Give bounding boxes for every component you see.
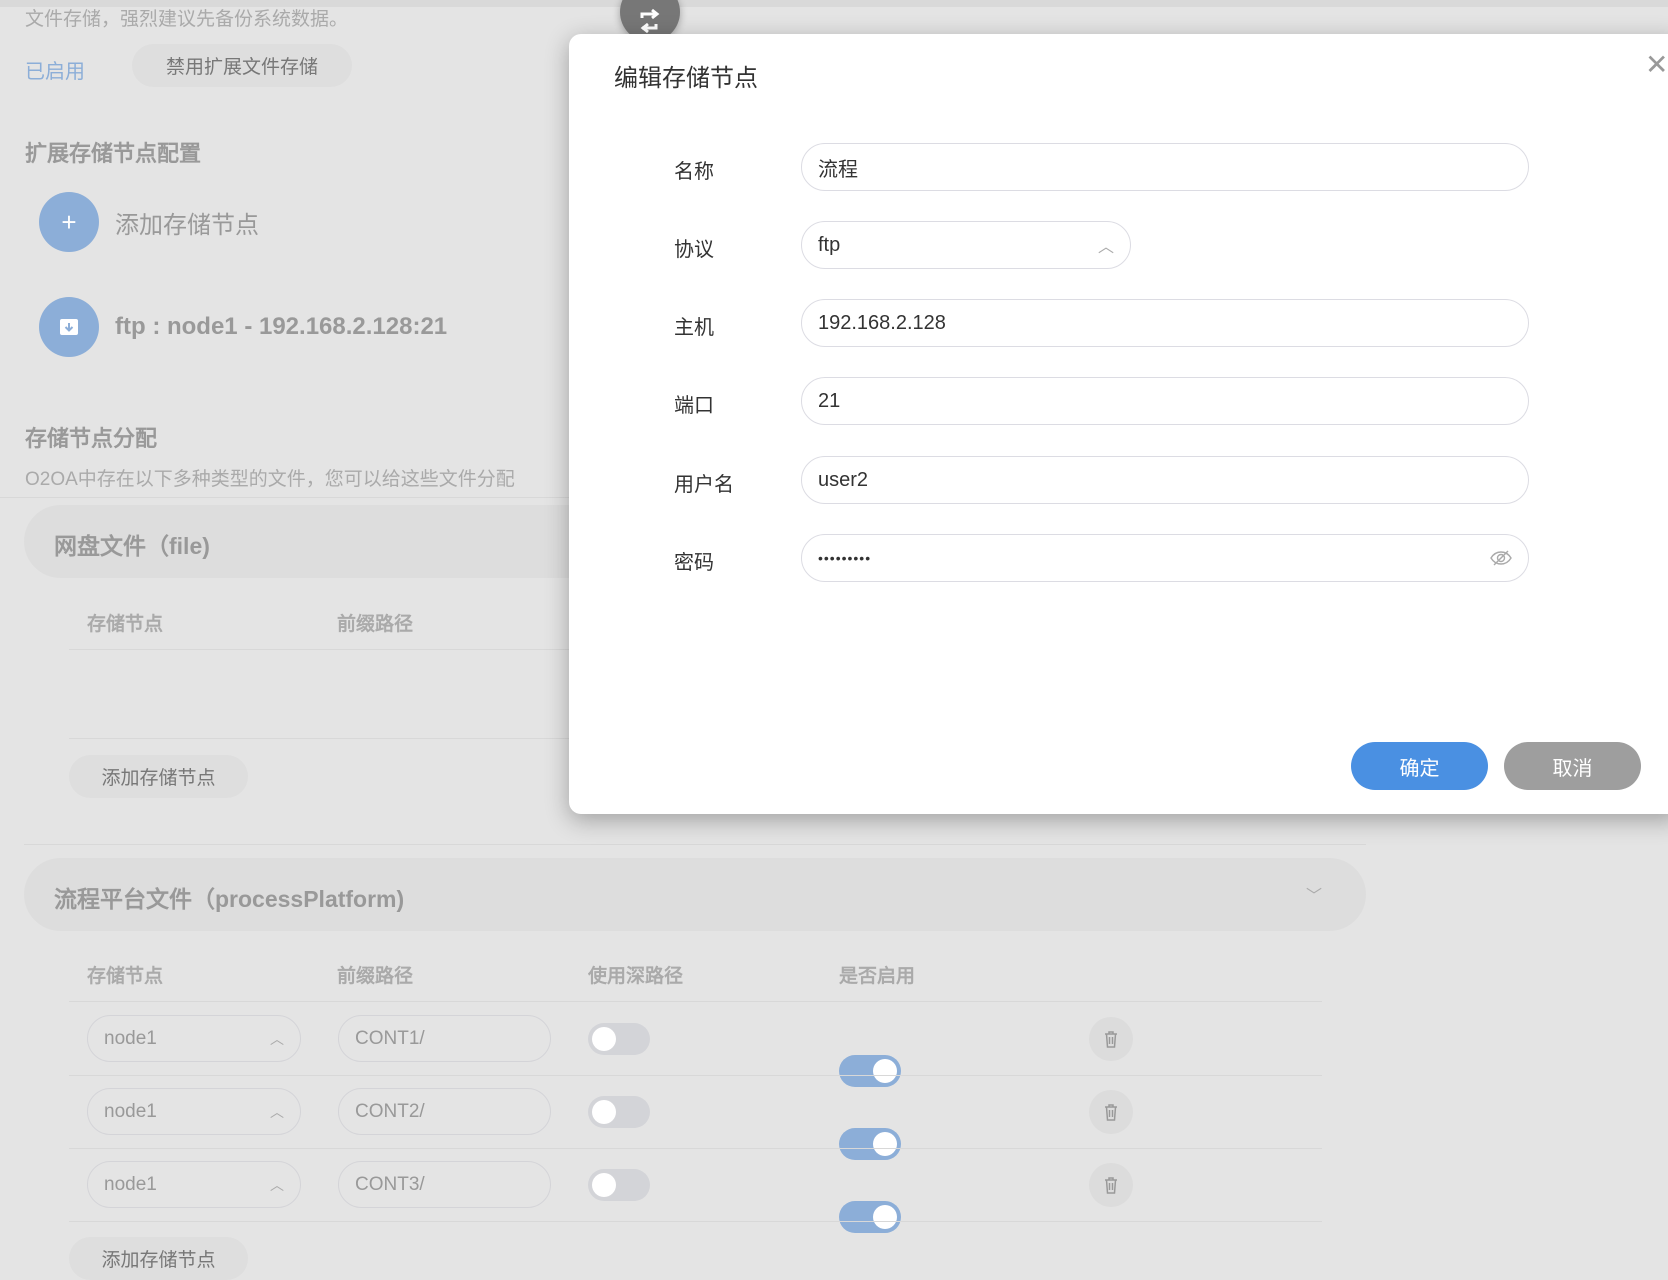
chevron-up-icon: ︿ bbox=[270, 1176, 284, 1193]
table-row: node1 ︿ CONT3/ bbox=[0, 1161, 1400, 1233]
node-label: ftp : node1 - 192.168.2.128:21 bbox=[115, 313, 448, 340]
delete-button[interactable] bbox=[1089, 1163, 1133, 1207]
deep-path-toggle[interactable] bbox=[588, 1023, 650, 1055]
chevron-up-icon: ︿ bbox=[270, 1103, 284, 1120]
column-header: 存储节点 bbox=[87, 966, 164, 987]
divider bbox=[24, 844, 1366, 845]
trash-icon bbox=[1105, 1104, 1117, 1121]
storage-box-icon bbox=[39, 297, 99, 357]
node-select[interactable]: node1 ︿ bbox=[87, 1015, 301, 1062]
section-title: 流程平台文件（processPlatform) bbox=[54, 886, 405, 912]
node-item[interactable]: ftp : node1 - 192.168.2.128:21 bbox=[39, 297, 447, 357]
node-value: node1 bbox=[104, 1173, 157, 1195]
prefix-value: CONT1/ bbox=[355, 1027, 425, 1049]
node-value: node1 bbox=[104, 1100, 157, 1122]
enabled-toggle[interactable] bbox=[839, 1128, 901, 1160]
column-header: 是否启用 bbox=[839, 966, 916, 987]
chevron-up-icon: ︿ bbox=[1097, 239, 1114, 256]
protocol-label: 协议 bbox=[674, 239, 714, 261]
password-value: ••••••••• bbox=[818, 550, 872, 566]
name-label: 名称 bbox=[674, 161, 714, 183]
confirm-button[interactable]: 确定 bbox=[1351, 742, 1488, 790]
port-label: 端口 bbox=[674, 395, 714, 417]
enabled-toggle[interactable] bbox=[839, 1201, 901, 1233]
eye-off-icon[interactable] bbox=[1490, 550, 1512, 566]
column-header: 前缀路径 bbox=[337, 966, 414, 987]
chevron-down-icon[interactable]: ﹀ bbox=[1306, 882, 1322, 906]
trash-icon bbox=[1105, 1031, 1117, 1048]
table-line bbox=[69, 1001, 1322, 1002]
node-config-heading: 扩展存储节点配置 bbox=[25, 141, 202, 166]
name-input[interactable]: 流程 bbox=[801, 143, 1529, 191]
node-select[interactable]: node1 ︿ bbox=[87, 1161, 301, 1208]
intro-text: 文件存储，强烈建议先备份系统数据。 bbox=[25, 9, 349, 30]
host-label: 主机 bbox=[674, 317, 714, 339]
table-row: node1 ︿ CONT2/ bbox=[0, 1088, 1400, 1160]
protocol-select[interactable]: ftp ︿ bbox=[801, 221, 1131, 269]
table-line bbox=[69, 1075, 1322, 1076]
delete-button[interactable] bbox=[1089, 1017, 1133, 1061]
host-value: 192.168.2.128 bbox=[818, 311, 946, 334]
password-input[interactable]: ••••••••• bbox=[801, 534, 1529, 582]
prefix-input[interactable]: CONT2/ bbox=[338, 1088, 551, 1135]
edit-storage-node-dialog: 编辑存储节点 ✕ 名称 流程 协议 ftp ︿ 主机 192.168.2.128 … bbox=[569, 34, 1668, 814]
divider bbox=[0, 497, 570, 498]
section-title: 网盘文件（file) bbox=[54, 533, 210, 559]
node-value: node1 bbox=[104, 1027, 157, 1049]
table-line bbox=[69, 1148, 1322, 1149]
column-header: 使用深路径 bbox=[588, 966, 684, 987]
table-line bbox=[69, 1221, 1322, 1222]
allocation-desc: O2OA中存在以下多种类型的文件，您可以给这些文件分配 bbox=[25, 469, 515, 490]
add-storage-node-button[interactable]: 添加存储节点 bbox=[69, 755, 248, 798]
prefix-input[interactable]: CONT3/ bbox=[338, 1161, 551, 1208]
column-header: 前缀路径 bbox=[337, 614, 414, 635]
status-label: 已启用 bbox=[25, 61, 85, 83]
node-select[interactable]: node1 ︿ bbox=[87, 1088, 301, 1135]
prefix-value: CONT3/ bbox=[355, 1173, 425, 1195]
add-node-item[interactable]: + 添加存储节点 bbox=[39, 192, 259, 252]
port-input[interactable]: 21 bbox=[801, 377, 1529, 425]
deep-path-toggle[interactable] bbox=[588, 1096, 650, 1128]
username-label: 用户名 bbox=[674, 474, 734, 496]
section-process-header[interactable]: 流程平台文件（processPlatform) ﹀ bbox=[24, 858, 1366, 931]
allocation-heading: 存储节点分配 bbox=[25, 426, 158, 451]
prefix-input[interactable]: CONT1/ bbox=[338, 1015, 551, 1062]
close-icon[interactable]: ✕ bbox=[1645, 48, 1668, 81]
add-node-label: 添加存储节点 bbox=[115, 211, 259, 239]
add-storage-node-button[interactable]: 添加存储节点 bbox=[69, 1237, 248, 1280]
trash-icon bbox=[1105, 1177, 1117, 1194]
column-header: 存储节点 bbox=[87, 614, 164, 635]
username-input[interactable]: user2 bbox=[801, 456, 1529, 504]
enabled-toggle[interactable] bbox=[839, 1055, 901, 1087]
password-label: 密码 bbox=[674, 552, 714, 574]
prefix-value: CONT2/ bbox=[355, 1100, 425, 1122]
chevron-up-icon: ︿ bbox=[270, 1030, 284, 1047]
protocol-value: ftp bbox=[818, 233, 841, 256]
username-value: user2 bbox=[818, 468, 869, 491]
port-value: 21 bbox=[818, 389, 841, 412]
plus-icon: + bbox=[39, 192, 99, 252]
table-row: node1 ︿ CONT1/ bbox=[0, 1015, 1400, 1087]
host-input[interactable]: 192.168.2.128 bbox=[801, 299, 1529, 347]
disable-extension-button[interactable]: 禁用扩展文件存储 bbox=[132, 44, 352, 87]
deep-path-toggle[interactable] bbox=[588, 1169, 650, 1201]
cancel-button[interactable]: 取消 bbox=[1504, 742, 1641, 790]
name-value: 流程 bbox=[818, 158, 858, 181]
delete-button[interactable] bbox=[1089, 1090, 1133, 1134]
dialog-title: 编辑存储节点 bbox=[614, 65, 758, 92]
